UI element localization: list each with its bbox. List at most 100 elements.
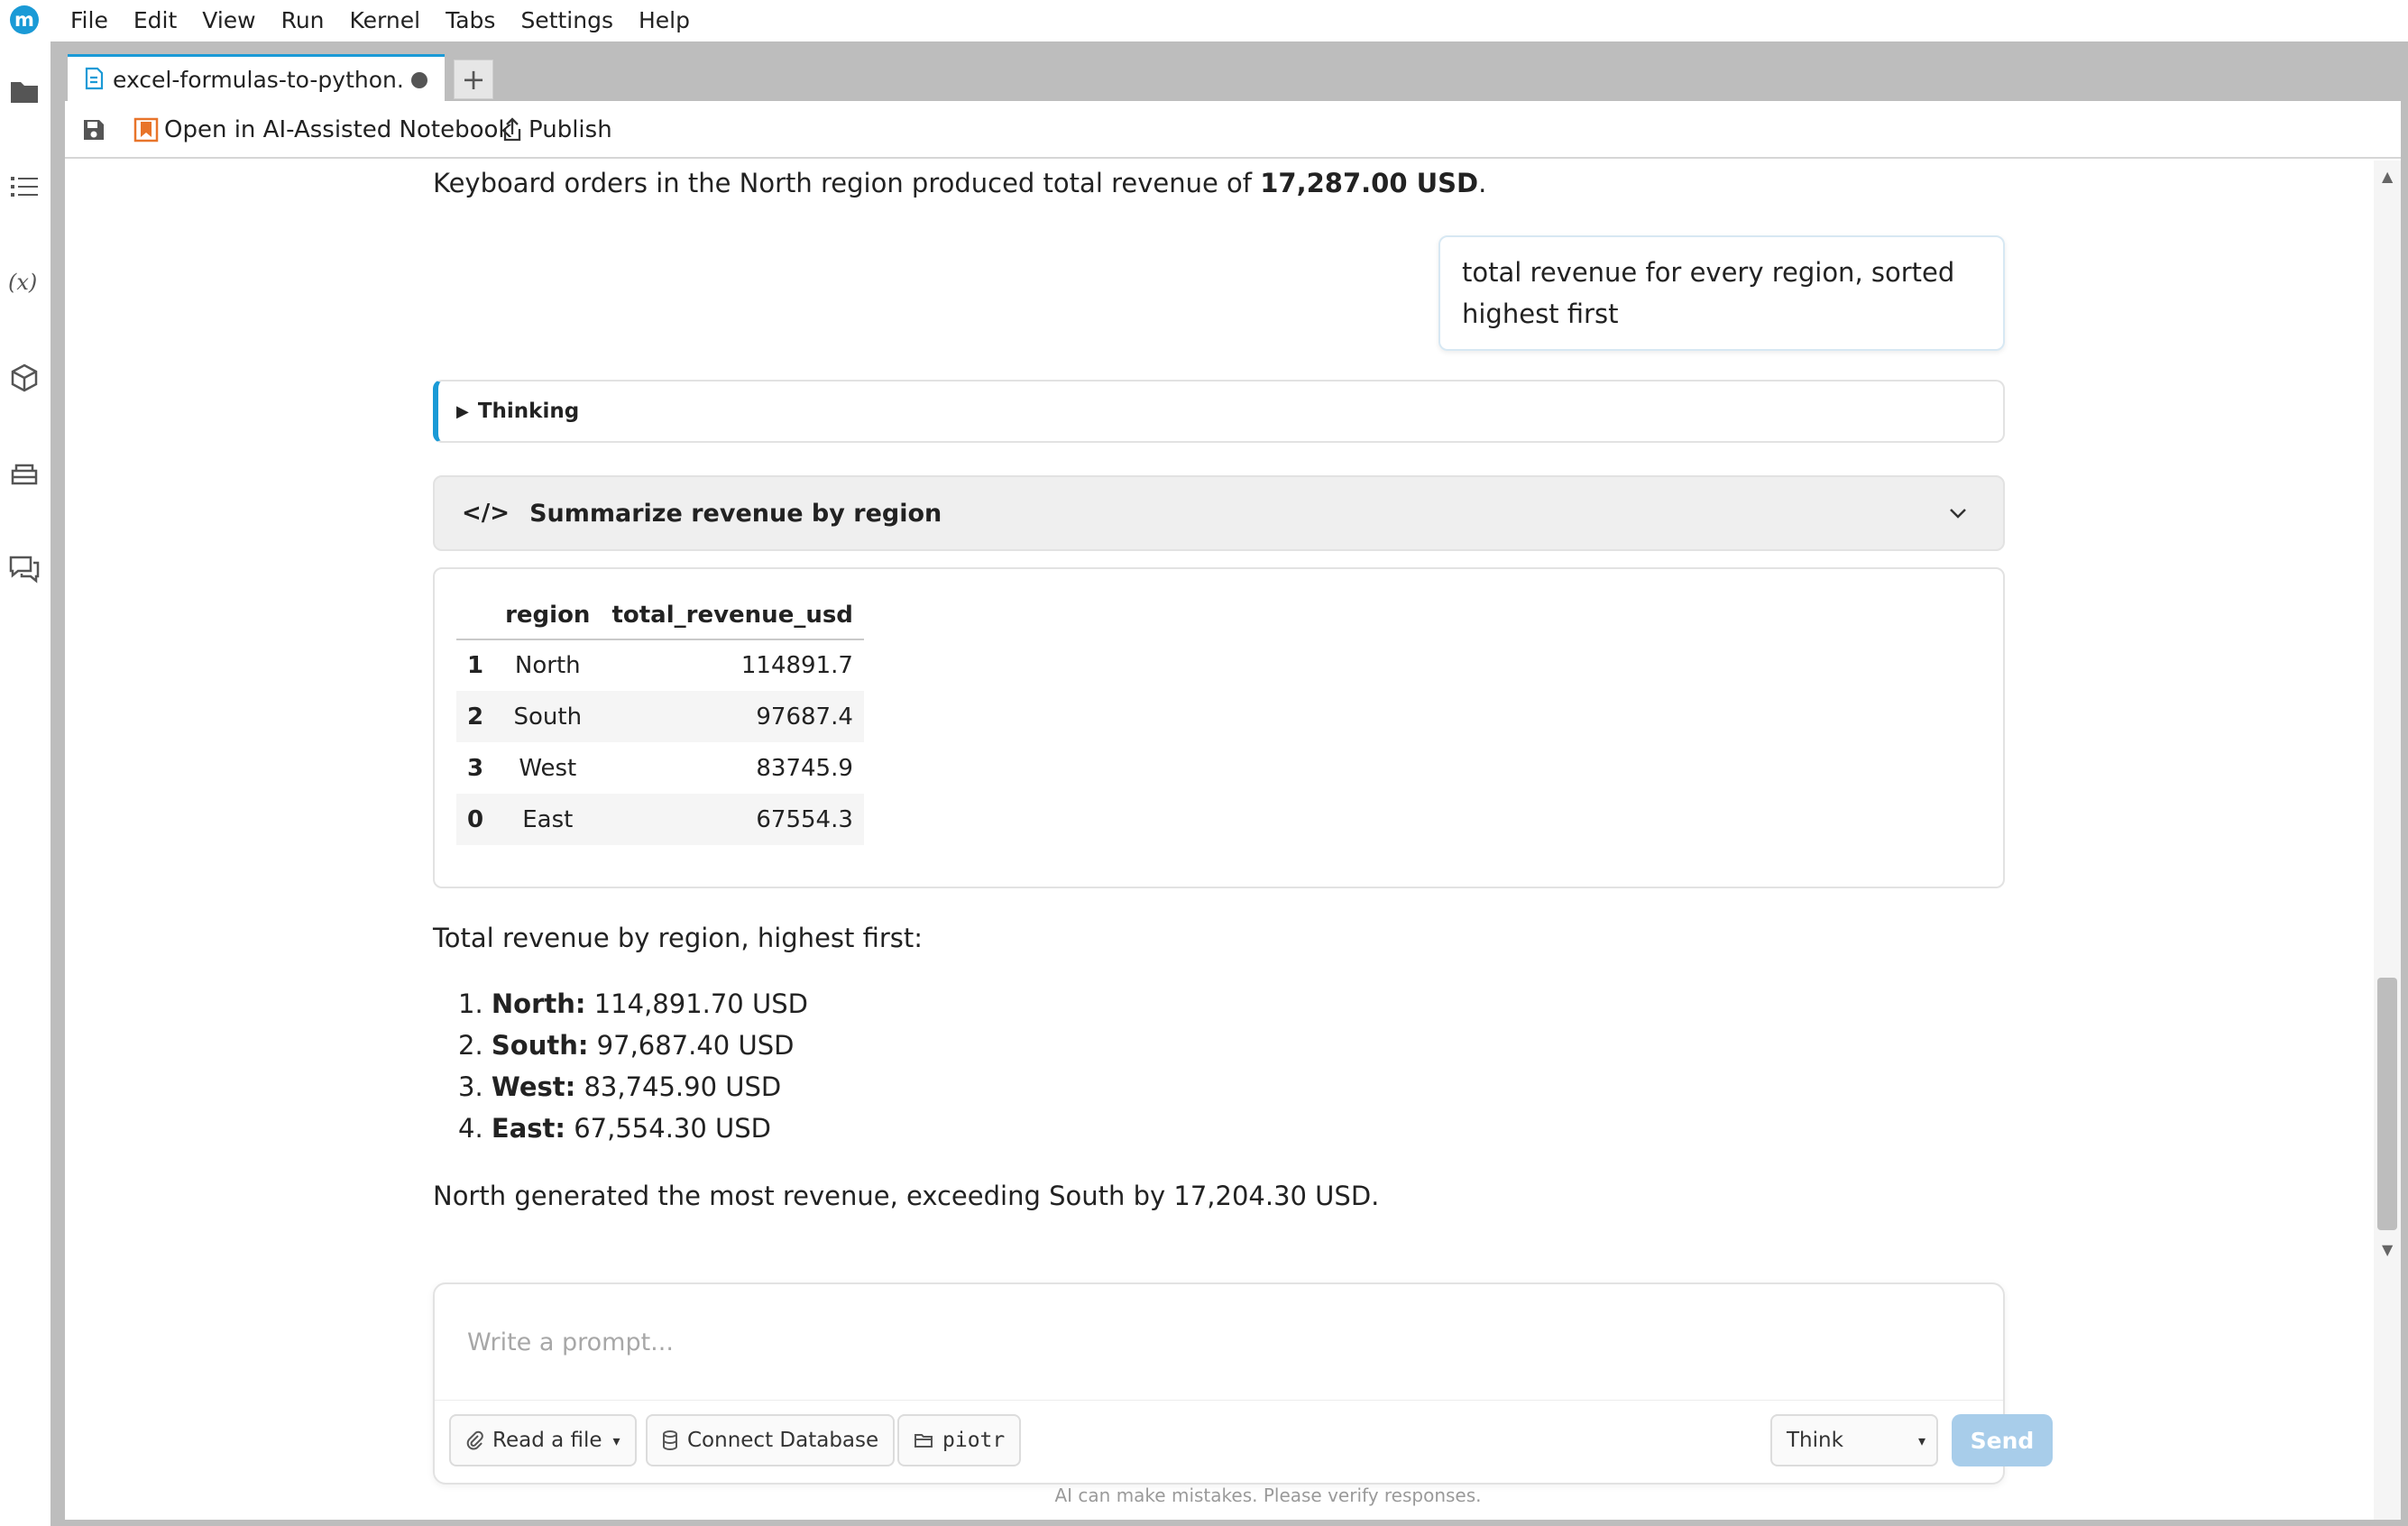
folder-open-icon: [914, 1432, 933, 1448]
list-item: 1. North: 114,891.70 USD: [458, 983, 808, 1025]
read-file-button[interactable]: Read a file ▾: [449, 1414, 637, 1466]
list-region: North:: [491, 988, 586, 1019]
list-region: South:: [491, 1030, 589, 1061]
ai-notebook-icon: [133, 116, 159, 143]
list-number: 4.: [458, 1113, 483, 1144]
row-total: 114891.7: [740, 652, 853, 679]
menu-view[interactable]: View: [189, 0, 268, 41]
publish-label: Publish: [528, 116, 612, 143]
connect-database-label: Connect Database: [687, 1429, 879, 1452]
list-region: East:: [491, 1113, 565, 1144]
list-icon[interactable]: [7, 170, 41, 204]
frame-edge: [2401, 41, 2408, 1526]
thinking-toggle[interactable]: ▶ Thinking: [433, 380, 2005, 443]
summary-conclusion: North generated the most revenue, exceed…: [433, 1181, 1380, 1211]
previous-answer: Keyboard orders in the North region prod…: [433, 168, 1486, 198]
app-logo: m: [10, 5, 39, 34]
menu-run[interactable]: Run: [269, 0, 337, 41]
scroll-up-icon[interactable]: ▲: [2382, 168, 2393, 185]
list-item: 3. West: 83,745.90 USD: [458, 1066, 808, 1108]
table-row: 0 East 67554.3: [456, 794, 864, 845]
table-row: 2 South 97687.4: [456, 691, 864, 742]
total-revenue-header: total_revenue_usd: [601, 591, 864, 640]
region-header: region: [494, 591, 602, 640]
menu-items: File Edit View Run Kernel Tabs Settings …: [58, 0, 703, 41]
previous-answer-amount: 17,287.00 USD: [1260, 168, 1479, 198]
table-row: 1 North 114891.7: [456, 639, 864, 691]
list-value: 114,891.70 USD: [585, 988, 808, 1019]
publish-button[interactable]: Publish: [501, 101, 612, 159]
row-index: 0: [456, 794, 495, 845]
list-region: West:: [491, 1071, 576, 1102]
row-total: 83745.9: [756, 754, 853, 782]
chat-icon[interactable]: [7, 552, 41, 586]
menu-bar: m File Edit View Run Kernel Tabs Setting…: [0, 0, 2408, 41]
share-icon: [501, 116, 523, 143]
mode-select[interactable]: Think ▾: [1770, 1414, 1938, 1466]
thinking-label: Thinking: [477, 400, 580, 423]
menu-help[interactable]: Help: [626, 0, 703, 41]
row-total: 67554.3: [601, 794, 864, 845]
workspace-button[interactable]: piotr: [897, 1414, 1022, 1466]
list-value: 83,745.90 USD: [575, 1071, 782, 1102]
read-file-label: Read a file: [492, 1429, 602, 1452]
prompt-box: Read a file ▾ Connect Database piotr Thi…: [433, 1282, 2053, 1485]
summary-heading: Total revenue by region, highest first:: [433, 923, 924, 953]
variables-icon[interactable]: (x): [7, 265, 41, 299]
tool-call-header[interactable]: </> Summarize revenue by region: [433, 475, 2005, 551]
scrollbar-thumb[interactable]: [2377, 978, 2397, 1230]
prompt-input[interactable]: [435, 1284, 2003, 1400]
row-region: West: [519, 754, 577, 782]
svg-text:(x): (x): [8, 270, 37, 295]
row-region: East: [494, 794, 602, 845]
save-icon[interactable]: [81, 117, 106, 146]
workspace-label: piotr: [942, 1429, 1006, 1452]
code-icon: </>: [462, 500, 510, 527]
tool-call-label: Summarize revenue by region: [529, 499, 942, 528]
scroll-down-icon[interactable]: ▼: [2382, 1241, 2393, 1258]
folder-icon[interactable]: [7, 74, 41, 108]
list-value: 97,687.40 USD: [588, 1030, 795, 1061]
activity-bar: (x): [0, 41, 51, 1526]
row-index: 3: [467, 754, 484, 782]
caret-down-icon: ▾: [612, 1431, 620, 1449]
paperclip-icon: [465, 1430, 483, 1450]
database-cylinder-icon: [662, 1430, 678, 1450]
notebook-toolbar: Open in AI-Assisted Notebook Publish: [65, 101, 2401, 159]
open-ai-notebook-button[interactable]: Open in AI-Assisted Notebook: [133, 101, 511, 159]
list-item: 2. South: 97,687.40 USD: [458, 1025, 808, 1066]
database-icon[interactable]: [7, 456, 41, 491]
menu-tabs[interactable]: Tabs: [433, 0, 508, 41]
previous-answer-text: Keyboard orders in the North region prod…: [433, 168, 1261, 198]
scrollbar[interactable]: ▲ ▼: [2374, 161, 2401, 1520]
summary-list: 1. North: 114,891.70 USD 2. South: 97,68…: [458, 983, 808, 1149]
mode-label: Think: [1787, 1429, 1843, 1452]
unsaved-dot-icon[interactable]: [411, 71, 427, 88]
table-header-row: region total_revenue_usd: [456, 591, 864, 640]
list-number: 1.: [458, 988, 483, 1019]
row-region: North: [514, 652, 581, 679]
menu-kernel[interactable]: Kernel: [337, 0, 434, 41]
package-icon[interactable]: [7, 361, 41, 395]
menu-edit[interactable]: Edit: [121, 0, 189, 41]
row-index: 2: [456, 691, 495, 742]
frame-edge-bottom: [65, 1520, 2408, 1526]
notebook-tab[interactable]: excel-formulas-to-python.ipynb: [68, 54, 445, 103]
table-row: 3 West 83745.9: [456, 742, 864, 794]
prompt-divider: [435, 1400, 2003, 1401]
user-message: total revenue for every region, sorted h…: [1438, 235, 2005, 351]
chevron-down-icon[interactable]: [1947, 502, 1969, 530]
notebook-icon: [84, 67, 104, 94]
tab-label: excel-formulas-to-python.ipynb: [113, 67, 406, 93]
list-number: 3.: [458, 1071, 483, 1102]
connect-database-button[interactable]: Connect Database: [646, 1414, 896, 1466]
activity-divider: [51, 41, 65, 1526]
menu-settings[interactable]: Settings: [508, 0, 626, 41]
list-item: 4. East: 67,554.30 USD: [458, 1108, 808, 1149]
new-tab-button[interactable]: +: [454, 60, 493, 99]
send-button[interactable]: Send: [1952, 1414, 2053, 1466]
chat-panel: Keyboard orders in the North region prod…: [65, 161, 2374, 1520]
row-total: 97687.4: [601, 691, 864, 742]
menu-file[interactable]: File: [58, 0, 121, 41]
previous-answer-suffix: .: [1478, 168, 1487, 198]
